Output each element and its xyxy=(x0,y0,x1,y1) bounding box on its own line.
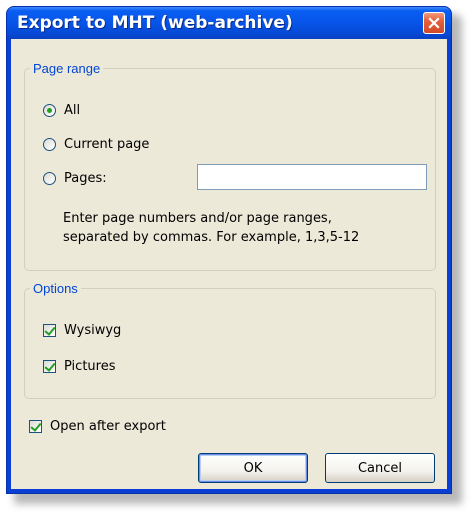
radio-pages-label: Pages: xyxy=(64,171,107,186)
radio-current-page-label: Current page xyxy=(64,137,150,152)
radio-current-page-button[interactable] xyxy=(43,138,56,151)
title-bar[interactable]: Export to MHT (web-archive) xyxy=(7,7,451,39)
hint-line-2: separated by commas. For example, 1,3,5-… xyxy=(63,230,360,245)
pictures-label: Pictures xyxy=(64,359,116,374)
radio-all-label: All xyxy=(64,103,81,118)
checkbox-pictures[interactable]: Pictures xyxy=(43,359,115,374)
open-after-export-label: Open after export xyxy=(50,419,166,434)
close-button[interactable] xyxy=(423,12,445,34)
page-range-hint: Enter page numbers and/or page ranges, s… xyxy=(63,209,433,247)
radio-all-button[interactable] xyxy=(43,104,56,117)
export-dialog: Export to MHT (web-archive) Page range A… xyxy=(6,6,452,494)
pictures-checkbox[interactable] xyxy=(43,360,56,373)
checkbox-open-after-export[interactable]: Open after export xyxy=(29,419,166,434)
radio-pages-button[interactable] xyxy=(43,172,56,185)
ok-button[interactable]: OK xyxy=(198,453,308,483)
open-after-export-checkbox[interactable] xyxy=(29,420,42,433)
close-icon xyxy=(428,17,440,29)
page-range-legend: Page range xyxy=(33,61,101,76)
radio-current-page[interactable]: Current page xyxy=(43,137,149,152)
pages-input[interactable] xyxy=(197,164,427,190)
checkbox-wysiwyg[interactable]: Wysiwyg xyxy=(43,323,121,338)
hint-line-1: Enter page numbers and/or page ranges, xyxy=(63,211,332,226)
wysiwyg-label: Wysiwyg xyxy=(64,323,122,338)
wysiwyg-checkbox[interactable] xyxy=(43,324,56,337)
radio-pages[interactable]: Pages: xyxy=(43,171,107,186)
radio-all[interactable]: All xyxy=(43,103,80,118)
window-title: Export to MHT (web-archive) xyxy=(17,13,293,33)
options-group: Options xyxy=(24,281,436,399)
cancel-button[interactable]: Cancel xyxy=(325,453,435,483)
dialog-body: Page range All Current page Pages: Enter… xyxy=(11,39,447,489)
options-legend: Options xyxy=(33,281,78,296)
